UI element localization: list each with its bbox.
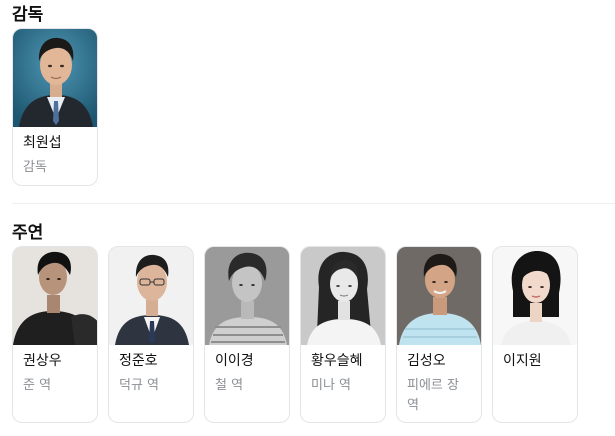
person-role: 피에르 장 역 (407, 378, 459, 413)
person-name: 최원섭 (23, 135, 62, 151)
person-role: 미나 역 (311, 378, 352, 393)
person-photo (301, 247, 385, 345)
section-title-cast: 주연 (12, 223, 44, 243)
person-name: 정준호 (119, 353, 158, 369)
section-title-director: 감독 (12, 5, 44, 25)
person-photo (397, 247, 481, 345)
person-card-cast-3[interactable]: 이이경 철 역 (204, 246, 290, 423)
person-role: 준 역 (23, 378, 52, 393)
person-name: 이지원 (503, 353, 542, 369)
person-card-cast-4[interactable]: 황우슬혜 미나 역 (300, 246, 386, 423)
person-role: 감독 (23, 160, 47, 175)
person-photo (109, 247, 193, 345)
person-photo (493, 247, 577, 345)
person-name: 권상우 (23, 353, 62, 369)
person-role: 철 역 (215, 378, 244, 393)
person-photo (13, 247, 97, 345)
person-role: 덕규 역 (119, 378, 160, 393)
person-name: 황우슬혜 (311, 353, 363, 369)
person-name: 이이경 (215, 353, 254, 369)
section-divider (12, 203, 615, 204)
person-photo (13, 29, 97, 127)
person-photo (205, 247, 289, 345)
person-card-cast-1[interactable]: 권상우 준 역 (12, 246, 98, 423)
person-card-cast-5[interactable]: 김성오 피에르 장 역 (396, 246, 482, 423)
person-card-cast-6[interactable]: 이지원 (492, 246, 578, 423)
person-card-cast-2[interactable]: 정준호 덕규 역 (108, 246, 194, 423)
person-card-director[interactable]: 최원섭 감독 (12, 28, 98, 186)
person-name: 김성오 (407, 353, 446, 369)
